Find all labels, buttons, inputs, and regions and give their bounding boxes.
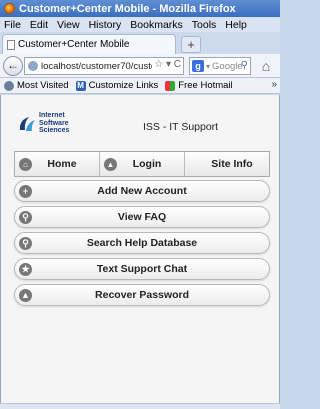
site-nav: ⌂ Home ▲ Login Site Info	[14, 151, 270, 177]
home-button[interactable]: ⌂	[258, 58, 274, 74]
page-icon	[7, 39, 15, 50]
star-icon: ★	[19, 263, 32, 276]
menu-edit[interactable]: Edit	[30, 19, 48, 31]
windows-flag-icon	[165, 80, 176, 91]
site-header: Internet Software Sciences ISS - IT Supp…	[1, 95, 279, 151]
recover-password-button[interactable]: ▲ Recover Password	[14, 284, 270, 306]
logo-line: Software	[39, 119, 69, 127]
reload-icon[interactable]: C	[174, 59, 181, 70]
page-content: Internet Software Sciences ISS - IT Supp…	[0, 95, 280, 409]
history-dropdown-icon[interactable]: ▾	[166, 59, 171, 70]
bookmark-label: Customize Links	[88, 80, 159, 91]
alert-icon: ▲	[19, 289, 32, 302]
bookmark-free-hotmail[interactable]: Free Hotmail	[165, 80, 233, 91]
menu-bar: File Edit View History Bookmarks Tools H…	[0, 17, 280, 32]
view-faq-button[interactable]: ⚲ View FAQ	[14, 206, 270, 228]
window-title: Customer+Center Mobile - Mozilla Firefox	[19, 2, 236, 15]
m-icon: M	[75, 80, 86, 91]
globe-icon	[28, 61, 38, 71]
button-label: Text Support Chat	[96, 263, 188, 275]
menu-file[interactable]: File	[4, 19, 21, 31]
bookmarks-bar: Most Visited M Customize Links Free Hotm…	[0, 78, 280, 94]
status-bar	[0, 403, 280, 409]
bookmark-star-icon[interactable]: ☆	[154, 59, 163, 70]
back-button[interactable]: ←	[3, 56, 23, 76]
new-tab-button[interactable]: +	[181, 36, 201, 53]
navigation-bar: ← localhost/customer70/custom ☆ ▾ C g ▾ …	[0, 54, 280, 78]
button-label: Recover Password	[95, 289, 189, 301]
gear-icon	[4, 80, 14, 91]
bookmark-label: Most Visited	[17, 80, 69, 91]
button-label: Search Help Database	[86, 237, 198, 249]
search-dropdown-icon[interactable]: ▾	[206, 62, 210, 71]
button-label: View FAQ	[117, 211, 167, 223]
tab-customer-center[interactable]: Customer+Center Mobile	[2, 34, 176, 54]
button-label: Add New Account	[97, 185, 187, 197]
search-placeholder: Google	[212, 60, 243, 72]
bookmark-customize-links[interactable]: M Customize Links	[75, 80, 159, 91]
nav-home[interactable]: ⌂ Home	[15, 152, 100, 176]
nav-label: Site Info	[211, 158, 253, 170]
logo-text: Internet Software Sciences	[39, 112, 69, 135]
menu-view[interactable]: View	[57, 19, 80, 31]
nav-label: Login	[132, 158, 162, 170]
search-help-database-button[interactable]: ⚲ Search Help Database	[14, 232, 270, 254]
url-text: localhost/customer70/custom	[41, 60, 165, 72]
search-icon: ⚲	[19, 211, 32, 224]
search-icon: ⚲	[19, 237, 32, 250]
logo-line: Sciences	[39, 127, 70, 134]
window-titlebar: Customer+Center Mobile - Mozilla Firefox	[0, 0, 280, 17]
firefox-logo-icon	[4, 3, 15, 14]
bookmarks-overflow-button[interactable]: »	[271, 79, 277, 90]
home-icon: ⌂	[261, 58, 271, 74]
up-arrow-icon: ▲	[104, 158, 117, 171]
menu-help[interactable]: Help	[225, 19, 247, 31]
menu-tools[interactable]: Tools	[192, 19, 217, 31]
url-bar-icons: ☆ ▾ C	[152, 59, 181, 70]
bookmark-label: Free Hotmail	[178, 80, 233, 91]
url-bar[interactable]: localhost/customer70/custom ☆ ▾ C	[24, 57, 184, 75]
text-support-chat-button[interactable]: ★ Text Support Chat	[14, 258, 270, 280]
menu-history[interactable]: History	[89, 19, 122, 31]
back-arrow-icon: ←	[7, 58, 19, 72]
iss-logo: Internet Software Sciences	[17, 112, 89, 136]
google-icon[interactable]: g	[192, 60, 204, 72]
page-title: ISS - IT Support	[143, 121, 219, 133]
home-icon: ⌂	[19, 158, 32, 171]
plus-icon: +	[19, 185, 32, 198]
search-bar[interactable]: g ▾ Google ⚲	[189, 57, 251, 75]
add-new-account-button[interactable]: + Add New Account	[14, 180, 270, 202]
menu-bookmarks[interactable]: Bookmarks	[130, 19, 183, 31]
nav-site-info[interactable]: Site Info	[185, 152, 269, 176]
nav-login[interactable]: ▲ Login	[100, 152, 185, 176]
iss-logo-mark-icon	[19, 117, 35, 131]
tab-label: Customer+Center Mobile	[18, 39, 130, 50]
search-icon[interactable]: ⚲	[241, 60, 248, 71]
logo-line: Internet	[39, 112, 65, 119]
bookmark-most-visited[interactable]: Most Visited	[4, 80, 69, 91]
nav-label: Home	[47, 158, 77, 170]
tab-bar: Customer+Center Mobile +	[0, 32, 280, 54]
